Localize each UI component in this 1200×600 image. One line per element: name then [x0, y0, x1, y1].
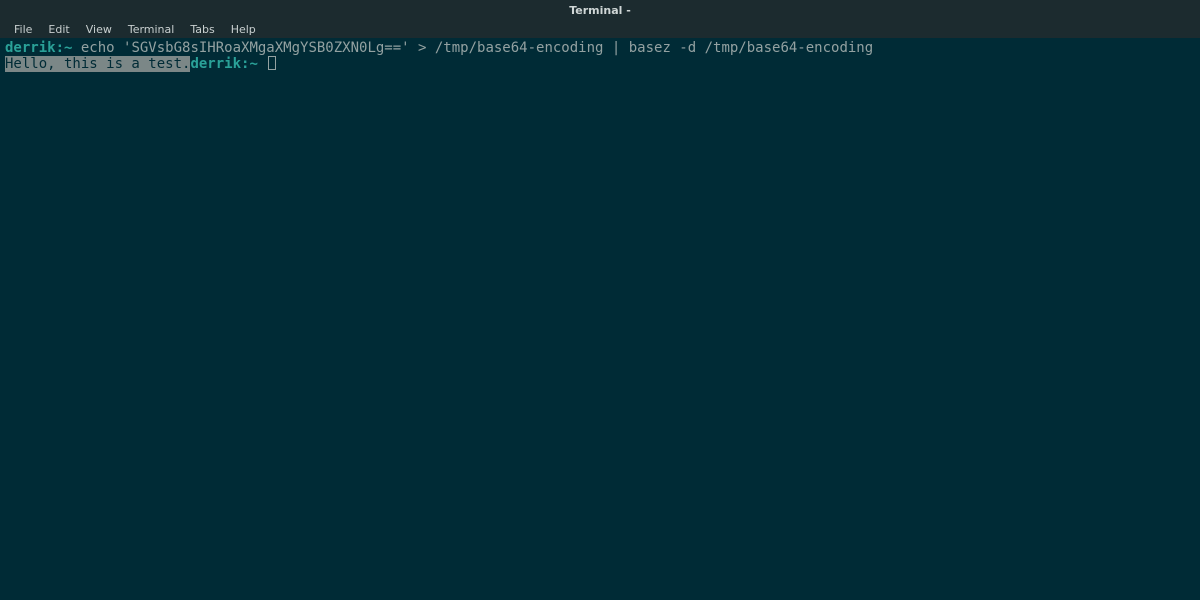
window-title: Terminal - [569, 4, 631, 17]
menu-file[interactable]: File [6, 21, 40, 38]
shell-prompt: derrik:~ [5, 40, 72, 56]
terminal-viewport[interactable]: derrik:~ echo 'SGVsbG8sIHRoaXMgaXMgYSB0Z… [0, 38, 1200, 600]
window-titlebar: Terminal - [0, 0, 1200, 20]
menu-help[interactable]: Help [223, 21, 264, 38]
prompt-space [258, 56, 266, 72]
menu-tabs[interactable]: Tabs [182, 21, 222, 38]
command-output-highlighted: Hello, this is a test. [5, 56, 190, 72]
text-cursor [268, 56, 276, 70]
terminal-line-2: Hello, this is a test.derrik:~ [5, 56, 1195, 72]
menubar: File Edit View Terminal Tabs Help [0, 20, 1200, 38]
menu-terminal[interactable]: Terminal [120, 21, 183, 38]
terminal-line-1: derrik:~ echo 'SGVsbG8sIHRoaXMgaXMgYSB0Z… [5, 40, 1195, 56]
menu-edit[interactable]: Edit [40, 21, 77, 38]
menu-view[interactable]: View [78, 21, 120, 38]
entered-command: echo 'SGVsbG8sIHRoaXMgaXMgYSB0ZXN0Lg==' … [72, 40, 873, 56]
shell-prompt: derrik:~ [190, 56, 257, 72]
